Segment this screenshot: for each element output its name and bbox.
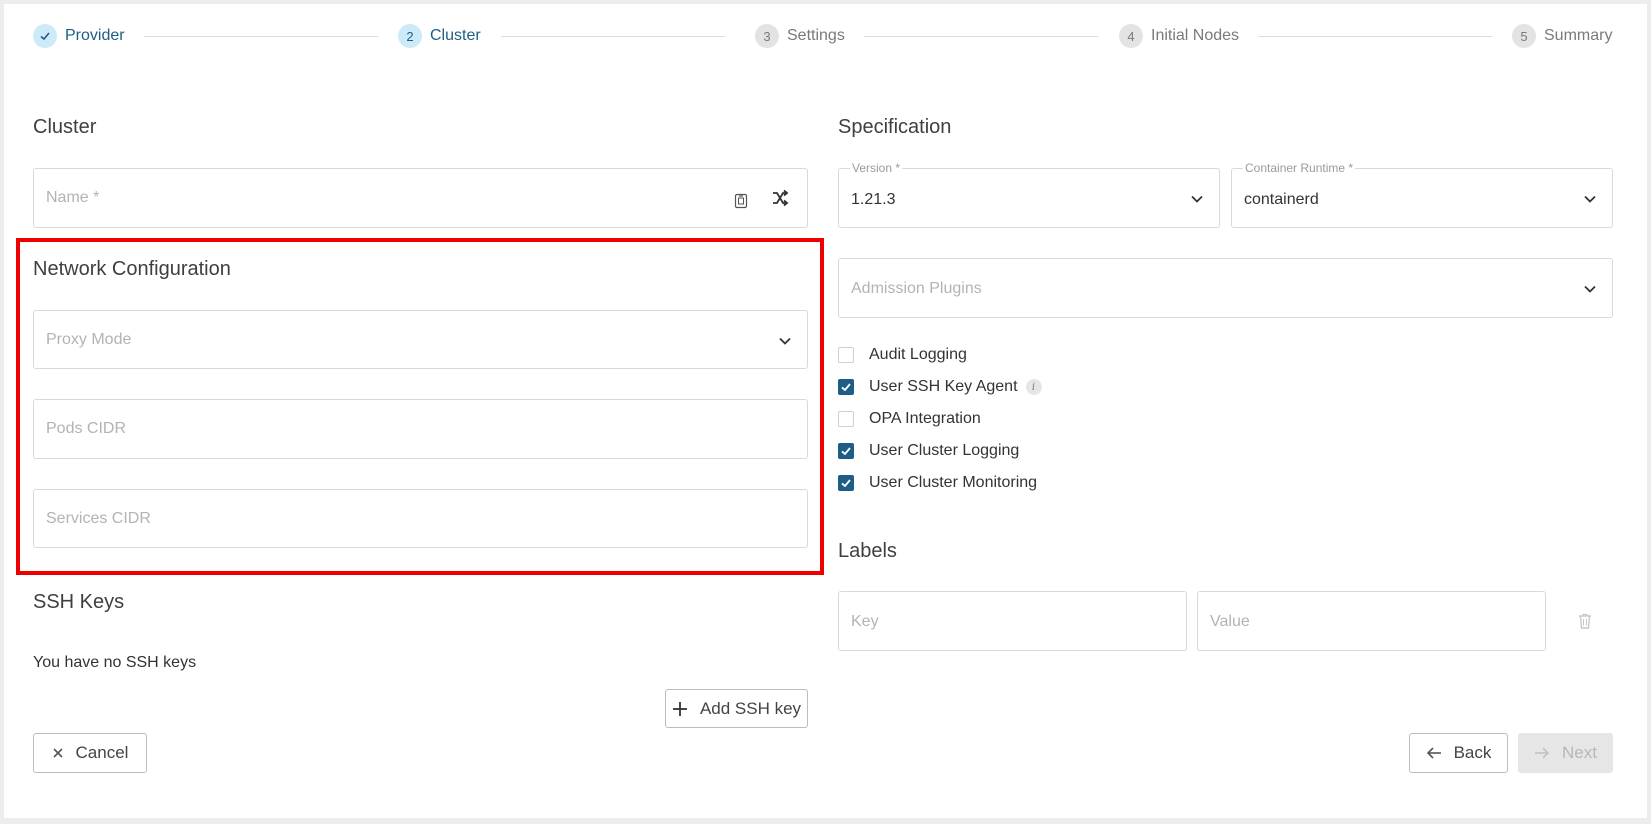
- ssh-empty-text: You have no SSH keys: [33, 654, 197, 671]
- pods-cidr-placeholder: Pods CIDR: [46, 420, 127, 437]
- trash-icon[interactable]: [1578, 613, 1592, 634]
- chevron-down-icon: [1191, 195, 1203, 203]
- services-cidr-input[interactable]: Services CIDR: [33, 489, 808, 548]
- user-ssh-key-agent-checkbox[interactable]: User SSH Key Agent i: [838, 377, 1042, 397]
- info-icon[interactable]: i: [1025, 379, 1042, 395]
- step-label: Initial Nodes: [1151, 27, 1240, 44]
- proxy-mode-placeholder: Proxy Mode: [46, 331, 132, 348]
- back-button[interactable]: Back: [1409, 733, 1508, 773]
- labels-title: Labels: [838, 540, 897, 562]
- opa-integration-checkbox[interactable]: OPA Integration: [838, 409, 981, 429]
- arrow-left-icon: [1426, 746, 1442, 760]
- checkbox-box[interactable]: [838, 411, 854, 427]
- checkbox-label: Audit Logging: [869, 346, 967, 363]
- label-key-input[interactable]: Key: [838, 591, 1187, 651]
- step-initial-nodes[interactable]: 4 Initial Nodes: [1119, 24, 1239, 48]
- step-number: 5: [1512, 24, 1536, 48]
- checkbox-label: User Cluster Logging: [869, 442, 1020, 459]
- container-runtime-label: Container Runtime *: [1243, 161, 1356, 175]
- cluster-name-field[interactable]: Name *: [33, 168, 808, 228]
- label-key-placeholder: Key: [851, 613, 879, 630]
- chevron-down-icon: [1584, 195, 1596, 203]
- user-cluster-logging-checkbox[interactable]: User Cluster Logging: [838, 441, 1019, 461]
- check-icon: [841, 383, 851, 392]
- user-cluster-monitoring-checkbox[interactable]: User Cluster Monitoring: [838, 473, 1037, 493]
- next-button[interactable]: Next: [1518, 733, 1613, 773]
- step-connector: [501, 36, 725, 37]
- chevron-down-icon: [779, 337, 791, 345]
- container-runtime-value: containerd: [1244, 191, 1319, 208]
- step-number: 2: [398, 24, 422, 48]
- step-cluster[interactable]: 2 Cluster: [398, 24, 481, 48]
- checkbox-label: OPA Integration: [869, 410, 981, 427]
- checkbox-box[interactable]: [838, 475, 854, 491]
- network-title: Network Configuration: [33, 258, 231, 280]
- audit-logging-checkbox[interactable]: Audit Logging: [838, 345, 967, 365]
- label-value-input[interactable]: Value: [1197, 591, 1546, 651]
- shuffle-icon[interactable]: [771, 189, 789, 212]
- step-label: Provider: [65, 27, 125, 44]
- version-label: Version *: [850, 161, 903, 175]
- step-label: Settings: [787, 27, 845, 44]
- next-label: Next: [1562, 743, 1597, 762]
- add-ssh-key-label: Add SSH key: [699, 698, 802, 718]
- add-ssh-key-button[interactable]: Add SSH key: [665, 689, 808, 728]
- version-value: 1.21.3: [851, 191, 896, 208]
- cancel-button[interactable]: Cancel: [33, 733, 147, 773]
- checkbox-label: User Cluster Monitoring: [869, 474, 1038, 491]
- check-icon: [841, 479, 851, 488]
- name-placeholder: Name *: [46, 189, 100, 206]
- pods-cidr-input[interactable]: Pods CIDR: [33, 399, 808, 459]
- services-cidr-placeholder: Services CIDR: [46, 510, 151, 527]
- specification-title: Specification: [838, 116, 952, 138]
- arrow-right-icon: [1534, 746, 1550, 760]
- step-number: 4: [1119, 24, 1143, 48]
- proxy-mode-select[interactable]: Proxy Mode: [33, 310, 808, 369]
- step-connector: [144, 36, 378, 37]
- step-connector: [1258, 36, 1492, 37]
- admission-plugins-placeholder: Admission Plugins: [851, 280, 982, 297]
- clipboard-icon[interactable]: [734, 193, 748, 214]
- step-label: Cluster: [430, 27, 481, 44]
- step-provider[interactable]: Provider: [33, 24, 125, 48]
- admission-plugins-select[interactable]: Admission Plugins: [838, 258, 1613, 318]
- cancel-label: Cancel: [75, 743, 129, 762]
- plus-icon: [672, 701, 688, 717]
- label-value-placeholder: Value: [1210, 613, 1250, 630]
- container-runtime-select[interactable]: Container Runtime * containerd: [1231, 161, 1613, 228]
- close-icon: [52, 747, 64, 759]
- wizard-stepper: Provider 2 Cluster 3 Settings 4 Initial …: [33, 24, 1613, 48]
- back-label: Back: [1453, 743, 1492, 762]
- check-icon: [33, 24, 57, 48]
- chevron-down-icon: [1584, 285, 1596, 293]
- checkbox-box[interactable]: [838, 347, 854, 363]
- step-settings[interactable]: 3 Settings: [755, 24, 845, 48]
- step-number: 3: [755, 24, 779, 48]
- step-connector: [864, 36, 1098, 37]
- checkbox-label: User SSH Key Agent: [869, 378, 1018, 395]
- step-summary[interactable]: 5 Summary: [1512, 24, 1612, 48]
- step-label: Summary: [1544, 27, 1613, 44]
- ssh-keys-title: SSH Keys: [33, 591, 125, 613]
- cluster-title: Cluster: [33, 116, 97, 138]
- check-icon: [841, 447, 851, 456]
- version-select[interactable]: Version * 1.21.3: [838, 161, 1220, 228]
- checkbox-box[interactable]: [838, 443, 854, 459]
- checkbox-box[interactable]: [838, 379, 854, 395]
